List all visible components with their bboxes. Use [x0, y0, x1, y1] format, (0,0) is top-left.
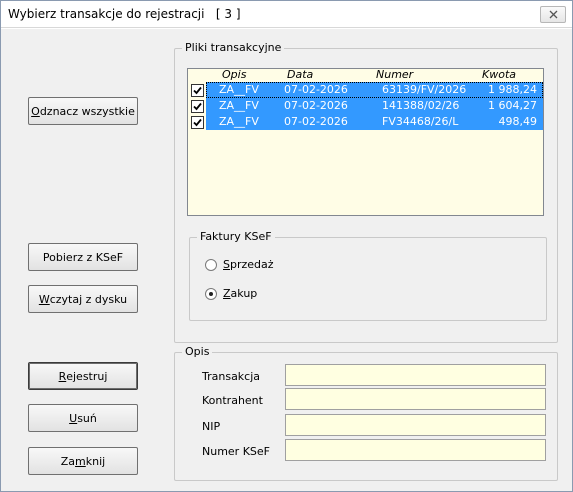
cell-kwota: 1 988,24	[488, 83, 537, 96]
close-window-button[interactable]	[540, 6, 566, 23]
cell-opis: ZA__FV	[219, 99, 259, 112]
cell-kwota: 498,49	[498, 115, 538, 128]
radio-sales-label: przedaż	[229, 258, 274, 271]
radio-sales-indicator	[205, 258, 217, 271]
cell-data: 07-02-2026	[284, 83, 348, 96]
row-checkbox[interactable]	[191, 116, 204, 129]
description-title: Opis	[182, 345, 213, 358]
contractor-label: Kontrahent	[202, 394, 263, 407]
transaction-files-title: Pliki transakcyjne	[182, 41, 285, 54]
cell-opis: ZA__FV	[219, 115, 259, 128]
list-item[interactable]: ZA__FV 07-02-2026 141388/02/26 1 604,27	[188, 98, 543, 114]
cell-numer: 63139/FV/2026	[382, 83, 467, 96]
list-item[interactable]: ZA__FV 07-02-2026 FV34468/26/L 498,49	[188, 114, 543, 130]
cell-numer: 141388/02/26	[382, 99, 460, 112]
transaction-files-list[interactable]: Opis Data Numer Kwota ZA__FV 07-02-2026 …	[187, 68, 544, 216]
close-accel: m	[75, 454, 86, 468]
radio-purchase[interactable]: Zakup	[205, 287, 257, 300]
cell-data: 07-02-2026	[284, 99, 348, 112]
title-bar[interactable]: Wybierz transakcje do rejestracji [ 3 ]	[1, 1, 572, 28]
deselect-all-label: dznacz wszystkie	[39, 104, 135, 118]
deselect-all-button[interactable]: Odznacz wszystkie	[28, 97, 138, 125]
dialog-window: Wybierz transakcje do rejestracji [ 3 ] …	[0, 0, 573, 492]
list-header: Opis Data Numer Kwota	[188, 69, 543, 82]
ksef-invoices-title: Faktury KSeF	[197, 230, 275, 243]
cell-kwota: 1 604,27	[488, 99, 537, 112]
cell-numer: FV34468/26/L	[382, 115, 459, 128]
list-item[interactable]: ZA__FV 07-02-2026 63139/FV/2026 1 988,24	[188, 82, 543, 98]
transaction-field[interactable]	[285, 364, 546, 386]
cell-data: 07-02-2026	[284, 115, 348, 128]
row-checkbox[interactable]	[191, 84, 204, 97]
fetch-ksef-label: Pobierz z KSeF	[42, 250, 124, 264]
window-title: Wybierz transakcje do rejestracji [ 3 ]	[8, 7, 241, 21]
register-button[interactable]: Rejestruj	[28, 362, 138, 390]
deselect-all-accel: O	[31, 104, 40, 118]
delete-accel: U	[69, 411, 78, 425]
column-header-data[interactable]: Data	[287, 69, 313, 81]
fetch-ksef-button[interactable]: Pobierz z KSeF	[28, 243, 138, 271]
ksef-invoices-group: Faktury KSeF Sprzedaż Zakup	[189, 230, 547, 321]
radio-purchase-indicator	[205, 287, 217, 300]
checkmark-icon	[193, 86, 202, 95]
load-disk-label: czytaj z dysku	[49, 292, 128, 306]
radio-purchase-label: akup	[230, 287, 258, 300]
register-label: ejestruj	[66, 369, 108, 383]
ksef-number-label: Numer KSeF	[202, 445, 270, 458]
delete-button[interactable]: Usuń	[28, 404, 138, 432]
row-checkbox[interactable]	[191, 100, 204, 113]
column-header-kwota[interactable]: Kwota	[482, 69, 516, 81]
nip-label: NIP	[202, 420, 221, 433]
load-disk-accel: W	[38, 292, 50, 306]
dialog-body: Odznacz wszystkie Pobierz z KSeF Wczytaj…	[1, 29, 572, 491]
checkmark-icon	[193, 102, 202, 111]
ksef-number-field[interactable]	[285, 439, 546, 461]
contractor-field[interactable]	[285, 388, 546, 410]
checkmark-icon	[193, 118, 202, 127]
load-from-disk-button[interactable]: Wczytaj z dysku	[28, 285, 138, 313]
close-label-pre: Za	[60, 454, 76, 468]
register-accel: R	[58, 369, 67, 383]
column-header-opis[interactable]: Opis	[222, 69, 246, 81]
transaction-label: Transakcja	[202, 370, 261, 383]
radio-sales-accel: S	[223, 258, 230, 271]
transaction-files-group: Pliki transakcyjne Opis Data Numer Kwota…	[174, 41, 558, 343]
delete-label: suń	[77, 411, 97, 425]
column-header-numer[interactable]: Numer	[376, 69, 413, 81]
radio-sales[interactable]: Sprzedaż	[205, 258, 274, 271]
cell-opis: ZA__FV	[219, 83, 259, 96]
close-icon	[549, 10, 557, 19]
close-button[interactable]: Za m knij	[28, 447, 138, 475]
nip-field[interactable]	[285, 414, 546, 436]
radio-purchase-accel: Z	[223, 287, 231, 300]
close-label: knij	[85, 454, 106, 468]
